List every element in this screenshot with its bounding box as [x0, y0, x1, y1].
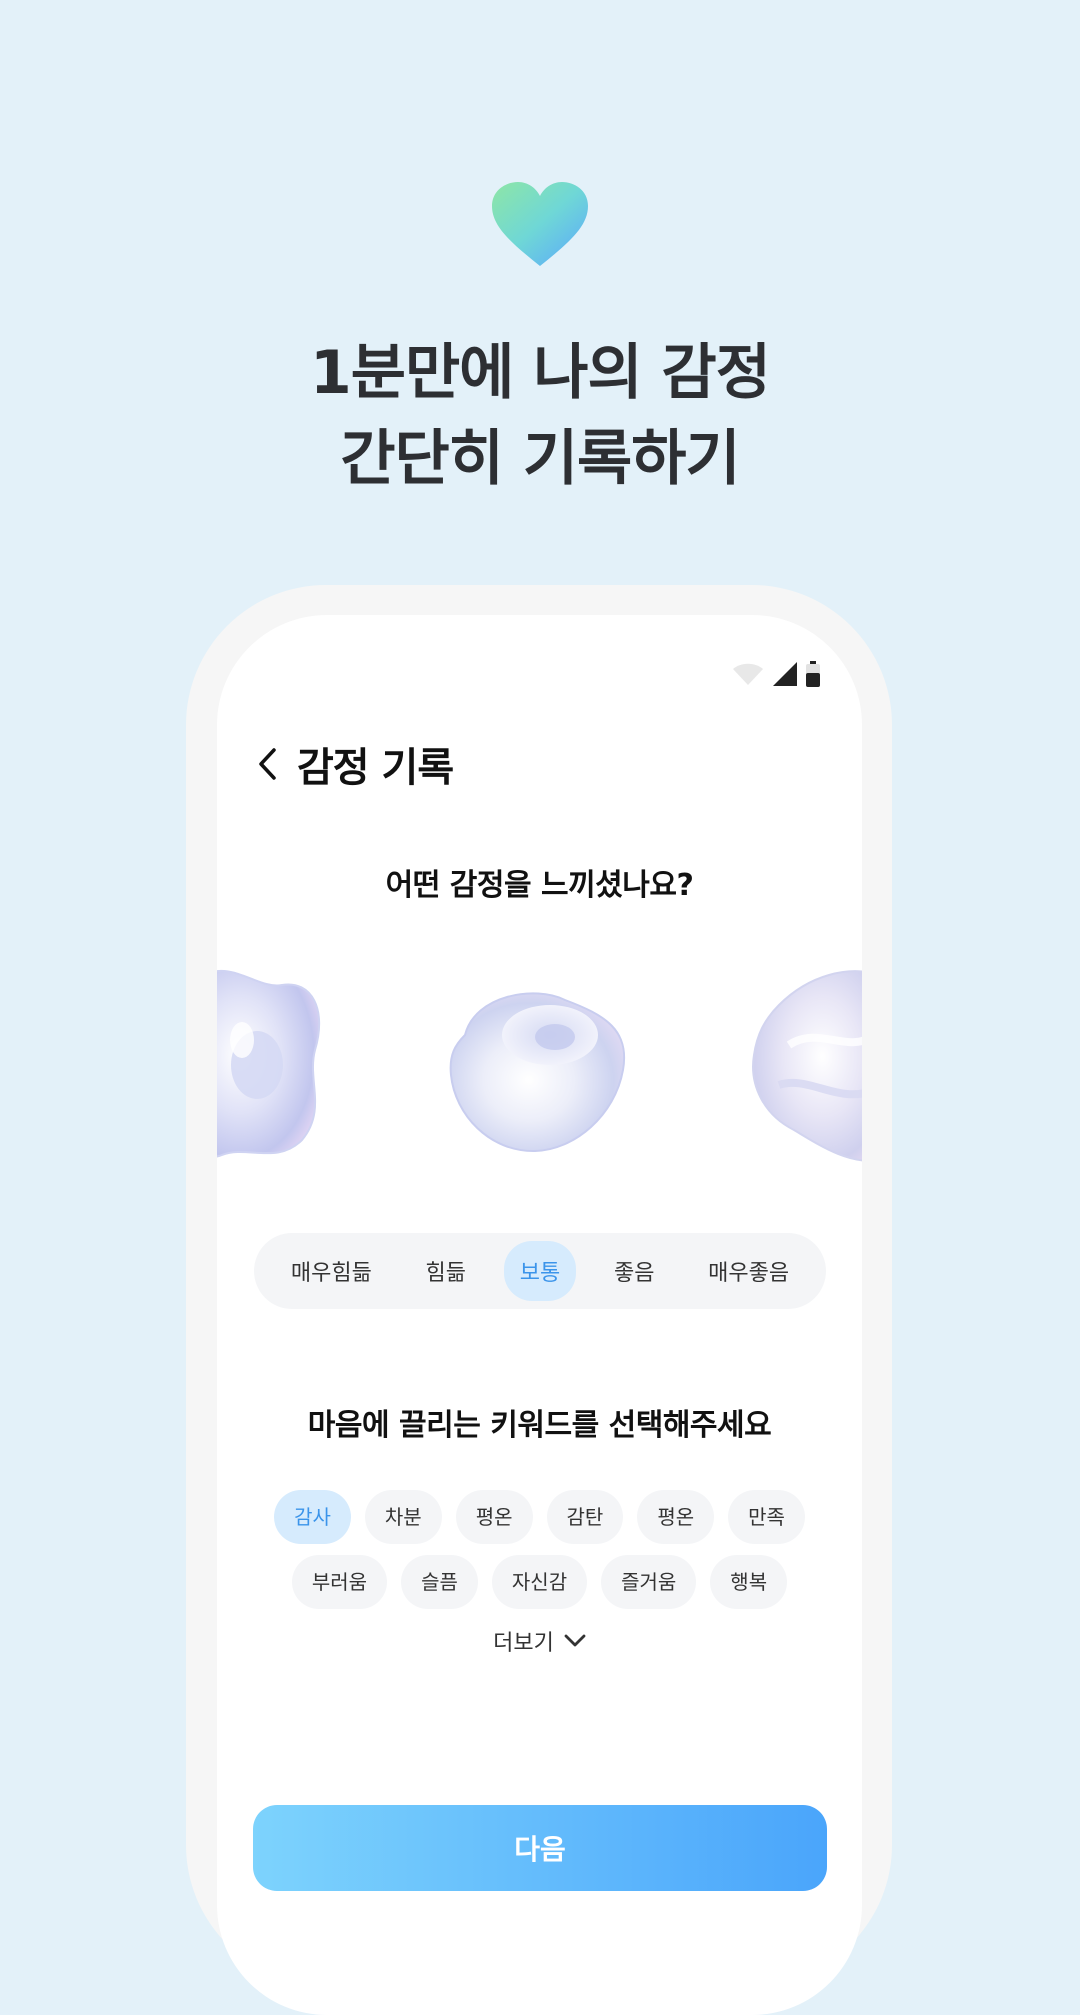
more-keywords-button[interactable]: 더보기	[217, 1625, 862, 1657]
mood-scale-selector: 매우힘듦 힘듦 보통 좋음 매우좋음	[254, 1233, 826, 1309]
keyword-title: 마음에 끌리는 키워드를 선택해주세요	[307, 1408, 772, 1443]
mood-option-hard[interactable]: 힘듦	[410, 1241, 482, 1301]
phone-screen: 감정 기록 어떤 감정을 느끼셨나요? 매우힘듦 힘듦 보통 좋음 매우좋음 마…	[217, 615, 862, 2015]
keyword-row-1: 감사 차분 평온 감탄 평온 만족	[217, 1490, 862, 1544]
status-bar	[732, 661, 820, 687]
signal-icon	[773, 662, 797, 686]
emotion-question: 어떤 감정을 느끼셨나요?	[385, 868, 694, 903]
mood-option-good[interactable]: 좋음	[598, 1241, 670, 1301]
mood-option-normal[interactable]: 보통	[503, 1241, 577, 1301]
app-bar: 감정 기록	[247, 735, 454, 793]
headline: 1분만에 나의 감정 간단히 기록하기	[0, 330, 1080, 502]
keyword-row-2: 부러움 슬픔 자신감 즐거움 행복	[217, 1555, 862, 1609]
headline-line-1: 1분만에 나의 감정	[310, 338, 771, 408]
back-button[interactable]	[247, 744, 287, 784]
headline-line-2: 간단히 기록하기	[340, 424, 740, 494]
keyword-chip[interactable]: 만족	[728, 1490, 805, 1544]
keyword-chip[interactable]: 차분	[364, 1490, 442, 1544]
keyword-chip[interactable]: 부러움	[291, 1555, 388, 1609]
keyword-chip[interactable]: 즐거움	[601, 1555, 697, 1609]
wifi-icon	[733, 663, 763, 685]
emotion-blob-normal[interactable]	[445, 975, 635, 1155]
keyword-chip[interactable]: 평온	[637, 1490, 715, 1544]
page-title: 감정 기록	[297, 745, 454, 791]
keyword-chip[interactable]: 자신감	[491, 1555, 588, 1609]
mood-option-very-good[interactable]: 매우좋음	[692, 1241, 805, 1301]
battery-icon	[806, 661, 820, 687]
chevron-down-icon	[564, 1634, 586, 1647]
heart-logo-icon	[492, 182, 588, 266]
keyword-chip[interactable]: 평온	[455, 1490, 533, 1544]
emotion-blob-very-hard[interactable]	[217, 960, 327, 1170]
emotion-blob-good[interactable]	[749, 965, 862, 1165]
keyword-chip[interactable]: 행복	[710, 1555, 788, 1609]
keyword-chip[interactable]: 슬픔	[401, 1555, 478, 1609]
mood-option-very-hard[interactable]: 매우힘듦	[275, 1241, 388, 1301]
keyword-chip[interactable]: 감사	[274, 1490, 351, 1544]
next-button[interactable]: 다음	[253, 1805, 827, 1891]
keyword-chip[interactable]: 감탄	[546, 1490, 624, 1544]
more-label: 더보기	[493, 1631, 554, 1656]
chevron-left-icon	[259, 748, 276, 780]
